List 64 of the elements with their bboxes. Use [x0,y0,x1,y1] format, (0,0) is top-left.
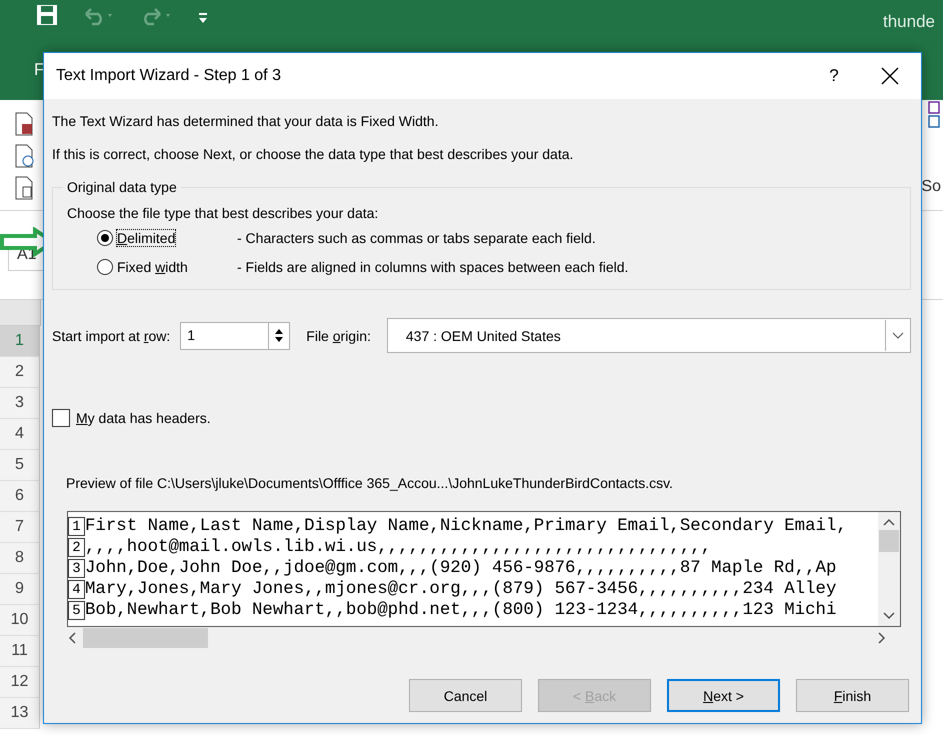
row-header[interactable]: 13 [0,698,40,729]
intro-text: The Text Wizard has determined that your data is Fixed Width. [52,113,440,129]
row-header[interactable]: 11 [0,636,40,667]
option-label[interactable]: Delimited [117,230,176,246]
row-header[interactable]: 6 [0,481,40,512]
preview-line: John,Doe,John Doe,,jdoe@gm.com,,,(920) 456-9876,,,,,,,,,,87 Maple Rd,,Ap [85,559,836,578]
intro-text: If this is correct, choose Next, or choose the data type that best describes your data. [52,146,574,162]
preview-line: Bob,Newhart,Bob Newhart,,bob@phd.net,,,(800) 123-1234,,,,,,,,,,123 Michi [85,601,836,620]
line-number: 5 [68,601,85,620]
ribbon-label: So [921,178,941,196]
vertical-scrollbar[interactable] [878,512,900,626]
document-icon[interactable] [14,144,34,168]
row-header[interactable]: 7 [0,512,40,543]
line-number: 1 [68,517,85,536]
row-header[interactable]: 3 [0,388,40,419]
option-label[interactable]: Fixed width [117,258,188,274]
start-row-spinner[interactable]: 1 [180,322,290,350]
row-header[interactable]: 5 [0,450,40,481]
chevron-down-icon [892,332,904,339]
option-description: - Characters such as commas or tabs separate each field. [237,230,596,246]
row-header[interactable]: 9 [0,574,40,605]
row-header[interactable]: 4 [0,419,40,450]
help-button[interactable]: ? [809,66,859,86]
customize-icon[interactable] [198,12,208,24]
row-header[interactable]: 8 [0,543,40,574]
ribbon-tab[interactable]: F [34,60,44,80]
chevron-left-icon[interactable] [67,632,77,644]
dialog-title: Text Import Wizard - Step 1 of 3 [56,67,282,85]
preview-line: Mary,Jones,Mary Jones,,mjones@cr.org,,,(879) 567-3456,,,,,,,,,,234 Alley [85,580,836,599]
close-icon [881,67,899,85]
chevron-down-icon[interactable] [883,612,895,620]
horizontal-scrollbar[interactable] [67,627,887,649]
line-number: 4 [68,580,85,599]
prompt-text: Choose the file type that best describes your data: [67,205,380,221]
sort-icon[interactable] [927,100,941,130]
scrollbar-thumb[interactable] [879,530,899,552]
save-icon[interactable] [36,4,58,26]
row-header[interactable]: 1 [0,326,40,357]
chevron-right-icon[interactable] [877,632,887,644]
dialog-button[interactable]: Cancel [409,679,522,712]
file-origin-label: File origin: [306,328,371,344]
group-title: Original data type [66,179,178,195]
headers-label[interactable]: My data has headers. [76,410,211,426]
preview-line: ,,,,hoot@mail.owls.lib.wi.us,,,,,,,,,,,,,,,,,,,,,,,,,,,,,,,, [85,538,712,557]
dialog-button[interactable]: Next > [667,679,780,712]
headers-checkbox[interactable] [52,409,70,427]
row-header[interactable]: 2 [0,357,40,388]
radio-button[interactable] [97,230,113,246]
document-icon[interactable] [14,112,34,136]
option-description: - Fields are aligned in columns with spaces between each field. [237,258,628,274]
row-header[interactable]: 10 [0,605,40,636]
radio-button[interactable] [97,258,113,274]
window-title: thunde [883,12,935,32]
line-number: 3 [68,559,85,578]
start-row-label: Start import at row: [52,328,170,344]
document-icon[interactable] [14,176,34,200]
preview-line: First Name,Last Name,Display Name,Nickname,Primary Email,Secondary Email, [85,517,847,536]
row-header[interactable]: 12 [0,667,40,698]
chevron-up-icon[interactable] [883,518,895,526]
dialog-button[interactable]: Finish [796,679,909,712]
line-number: 2 [68,538,85,557]
scrollbar-thumb[interactable] [83,628,208,648]
file-origin-dropdown[interactable]: 437 : OEM United States [386,318,911,353]
preview-label: Preview of file C:\Users\jluke\Documents\Offfice 365_Accou...\JohnLukeThunderBirdContacts.csv. [66,475,674,491]
